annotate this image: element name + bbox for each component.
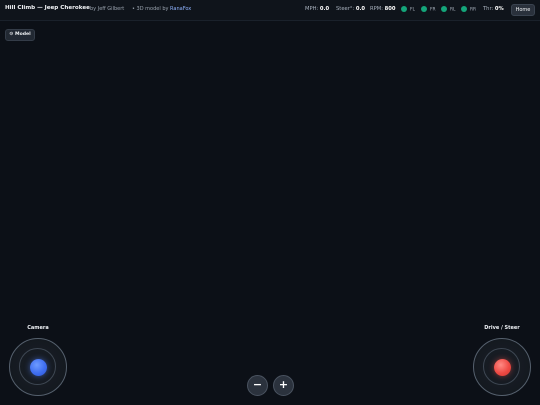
mph-value: 0.0 bbox=[319, 6, 330, 12]
wheel-status-rl: RL bbox=[441, 5, 456, 14]
wheel-status-icon bbox=[421, 5, 427, 12]
rpm-readout: RPM: 800 bbox=[370, 6, 395, 12]
wheel-label: RR bbox=[470, 7, 477, 13]
author-credit: by Jeff Gilbert bbox=[90, 6, 125, 12]
wheel-status-icon bbox=[461, 5, 467, 12]
steer-label: Steer°: bbox=[336, 6, 355, 12]
drive-joystick-label: Drive / Steer bbox=[484, 325, 520, 331]
wheel-label: FL bbox=[410, 7, 415, 13]
rpm-label: RPM: bbox=[370, 6, 383, 12]
wheel-status-rr: RR bbox=[461, 5, 477, 14]
wheel-status-icon bbox=[401, 5, 407, 12]
drive-joystick-knob[interactable] bbox=[494, 359, 511, 376]
throttle-value: 0% bbox=[494, 6, 504, 12]
wheel-label: RL bbox=[450, 7, 456, 13]
mph-readout: MPH: 0.0 bbox=[305, 6, 329, 12]
wheel-status-fr: FR bbox=[421, 5, 436, 14]
wheel-status-icon bbox=[441, 5, 447, 12]
mph-label: MPH: bbox=[305, 6, 319, 12]
model-credit-prefix: • 3D model by bbox=[132, 6, 169, 12]
rpm-value: 800 bbox=[384, 6, 396, 12]
top-bar: Hill Climb — Jeep Cherokee by Jeff Gilbe… bbox=[0, 0, 540, 21]
steer-value: 0.0 bbox=[355, 6, 366, 12]
camera-joystick-knob[interactable] bbox=[30, 359, 47, 376]
camera-joystick-label: Camera bbox=[27, 325, 49, 331]
wheel-label: FR bbox=[430, 7, 436, 13]
model-credit: • 3D model by RanaFox bbox=[132, 6, 191, 12]
zoom-out-button[interactable]: − bbox=[247, 375, 268, 396]
camera-joystick[interactable] bbox=[9, 338, 67, 396]
throttle-label: Thr: bbox=[483, 6, 494, 12]
throttle-readout: Thr: 0% bbox=[483, 6, 504, 12]
wheel-status-fl: FL bbox=[401, 5, 415, 14]
model-author-link[interactable]: RanaFox bbox=[170, 6, 191, 12]
drive-joystick[interactable] bbox=[473, 338, 531, 396]
home-button[interactable]: Home bbox=[511, 4, 535, 16]
steer-readout: Steer°: 0.0 bbox=[336, 6, 365, 12]
model-button[interactable]: ⚙ Model bbox=[5, 29, 35, 41]
zoom-in-button[interactable]: + bbox=[273, 375, 294, 396]
page-title: Hill Climb — Jeep Cherokee bbox=[5, 5, 90, 11]
